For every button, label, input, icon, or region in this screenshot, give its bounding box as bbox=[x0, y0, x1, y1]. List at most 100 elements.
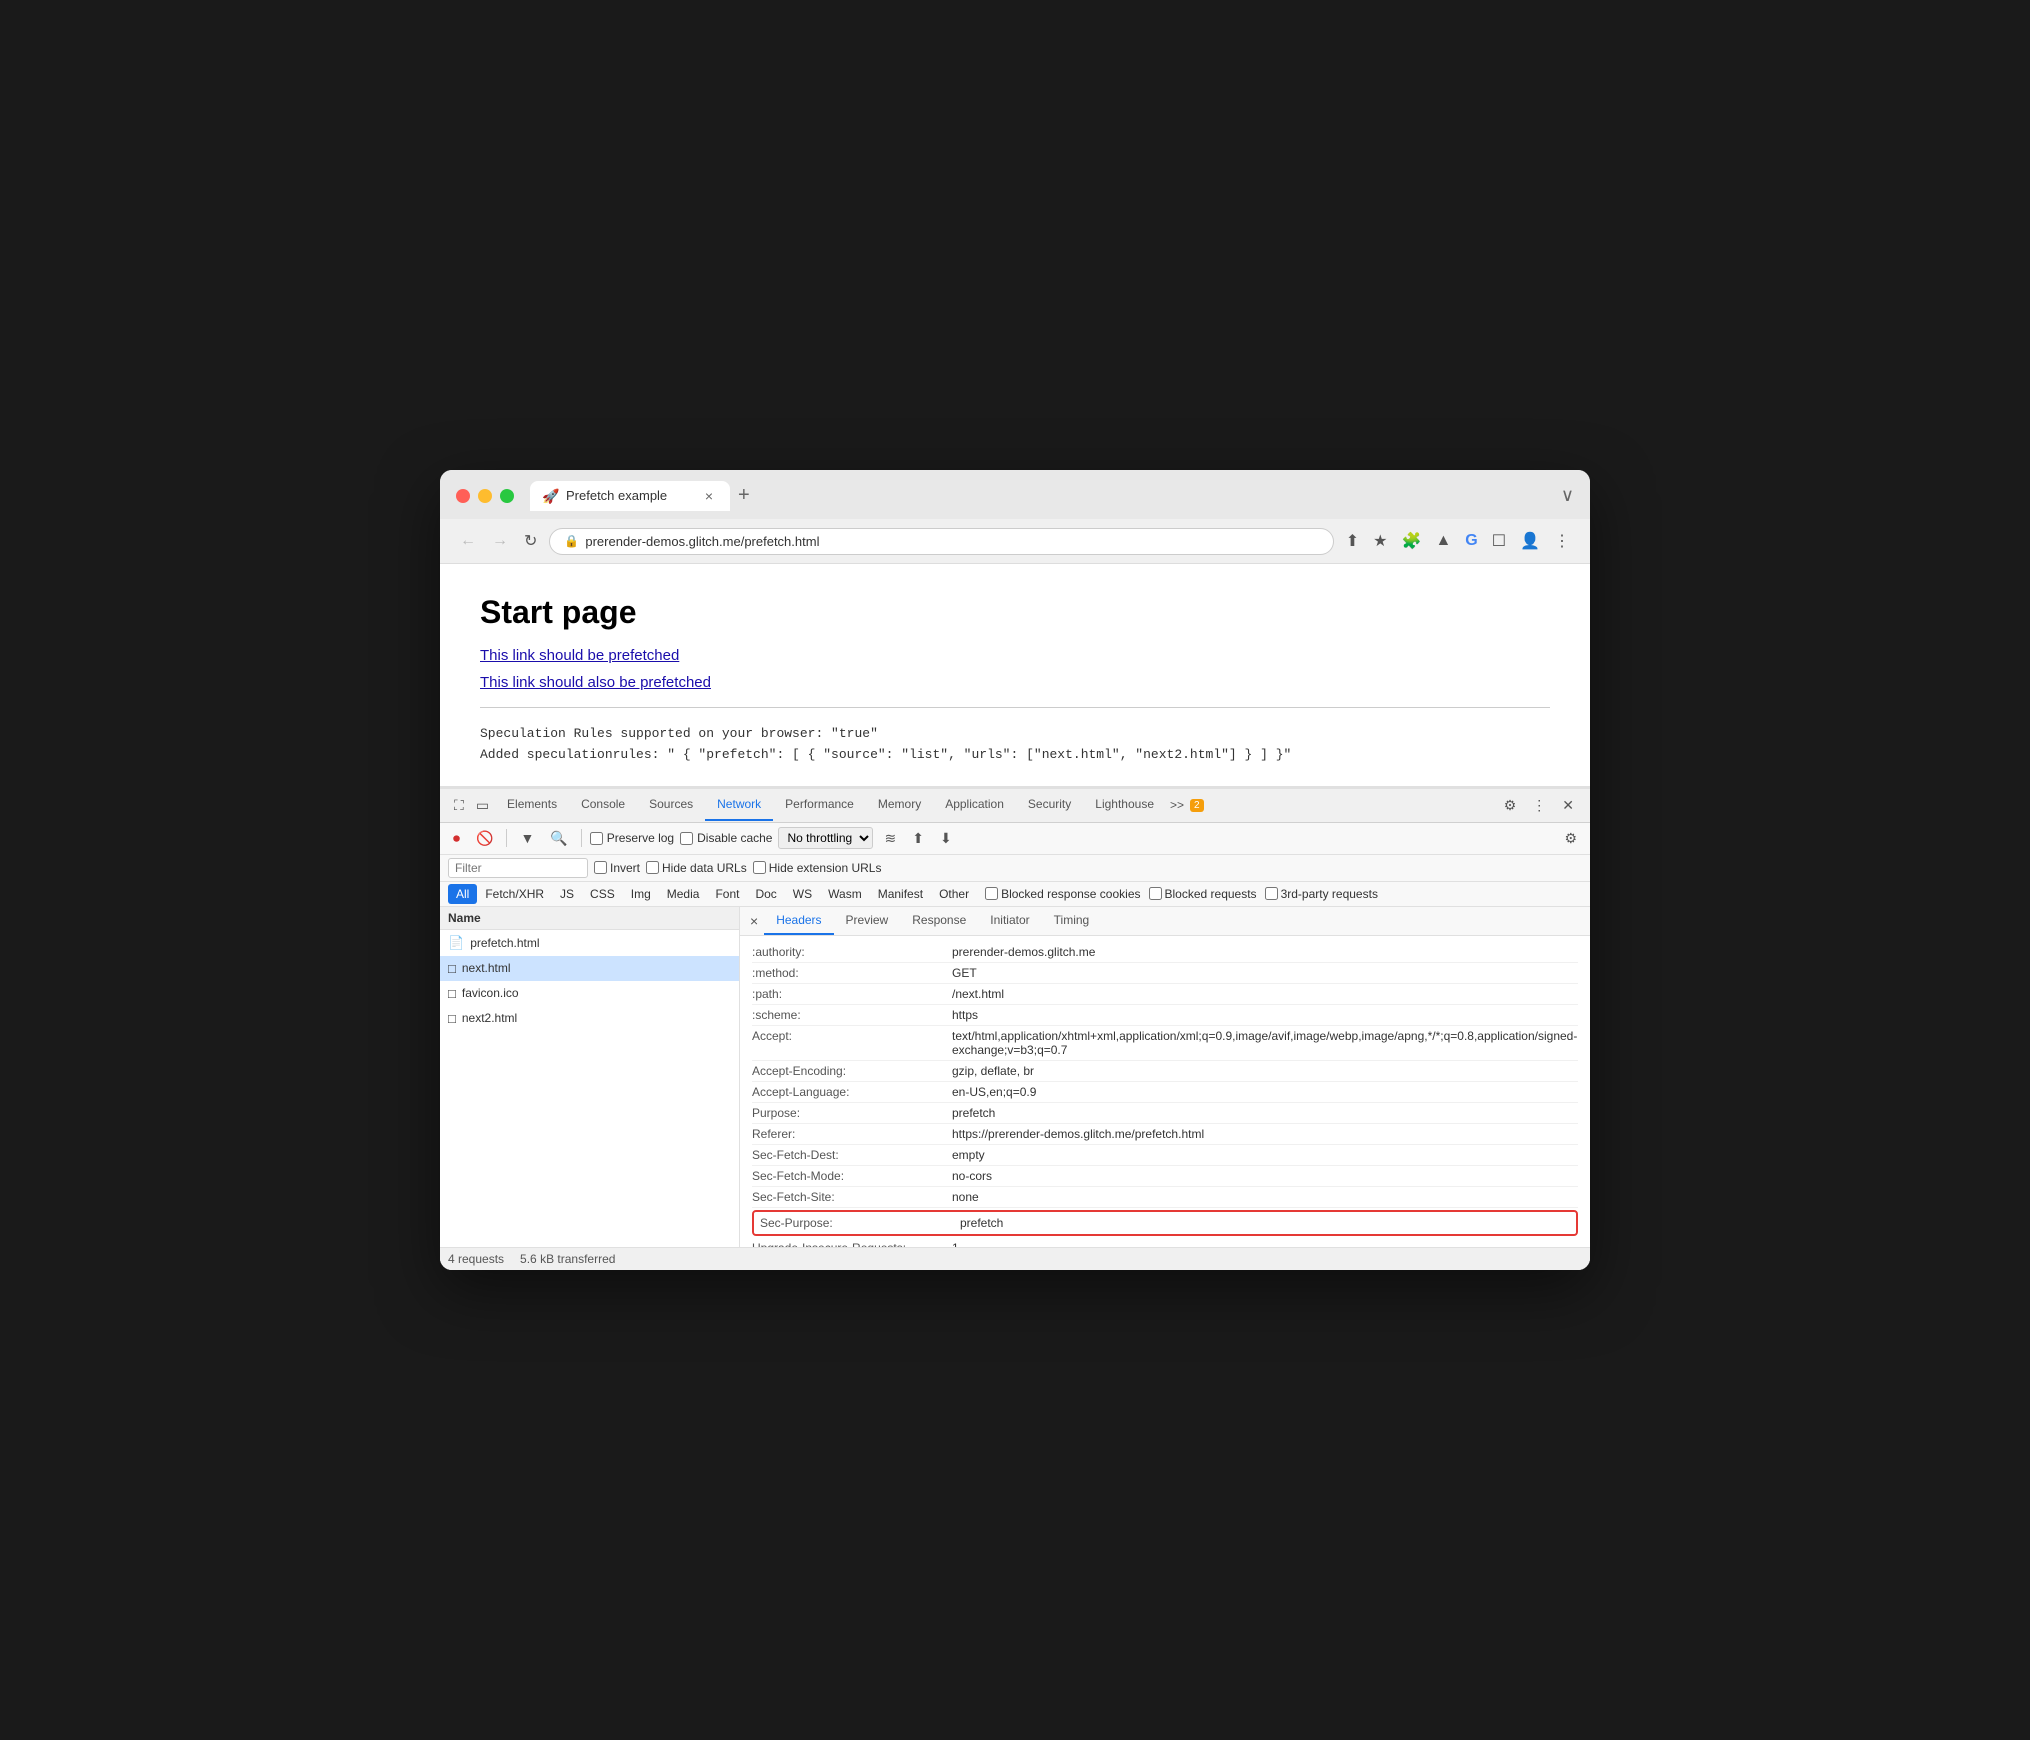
headers-close-button[interactable]: × bbox=[744, 909, 764, 933]
search-button[interactable]: 🔍 bbox=[545, 827, 572, 850]
tab-sources[interactable]: Sources bbox=[637, 789, 705, 821]
type-filter-other[interactable]: Other bbox=[931, 884, 977, 904]
back-button[interactable]: ← bbox=[456, 528, 480, 554]
blocked-requests-checkbox[interactable] bbox=[1149, 887, 1162, 900]
filter-button[interactable]: ▼ bbox=[515, 827, 539, 849]
url-bar[interactable]: 🔒 prerender-demos.glitch.me/prefetch.htm… bbox=[549, 528, 1333, 555]
blocked-requests-label[interactable]: Blocked requests bbox=[1149, 887, 1257, 901]
header-name: :authority: bbox=[752, 945, 952, 959]
header-value: gzip, deflate, br bbox=[952, 1064, 1034, 1078]
tab-console[interactable]: Console bbox=[569, 789, 637, 821]
header-name: Accept: bbox=[752, 1029, 952, 1057]
menu-icon[interactable]: ⋮ bbox=[1550, 527, 1574, 555]
tab-timing[interactable]: Timing bbox=[1042, 907, 1102, 935]
clear-button[interactable]: 🚫 bbox=[471, 827, 498, 850]
title-bar: 🚀 Prefetch example × + ∨ bbox=[440, 470, 1590, 519]
invert-label[interactable]: Invert bbox=[594, 861, 640, 875]
address-bar: ← → ↻ 🔒 prerender-demos.glitch.me/prefet… bbox=[440, 519, 1590, 564]
tab-performance[interactable]: Performance bbox=[773, 789, 866, 821]
devtools-device-toolbar[interactable]: ▭ bbox=[470, 789, 495, 822]
refresh-button[interactable]: ↻ bbox=[520, 527, 541, 555]
type-filter-media[interactable]: Media bbox=[659, 884, 708, 904]
prefetch-link-2[interactable]: This link should also be prefetched bbox=[480, 674, 1550, 691]
file-list-header: Name bbox=[440, 907, 739, 930]
share-icon[interactable]: ⬆ bbox=[1342, 527, 1363, 555]
profile-icon[interactable]: ▲ bbox=[1431, 528, 1455, 554]
collapse-button[interactable]: ∨ bbox=[1561, 485, 1574, 506]
cast-icon[interactable]: ☐ bbox=[1488, 527, 1510, 555]
type-filter-manifest[interactable]: Manifest bbox=[870, 884, 931, 904]
user-icon[interactable]: 👤 bbox=[1516, 527, 1544, 555]
header-row: Sec-Fetch-Mode: no-cors bbox=[752, 1166, 1578, 1187]
record-button[interactable]: ⏺ bbox=[448, 827, 465, 850]
tab-initiator[interactable]: Initiator bbox=[978, 907, 1041, 935]
sec-purpose-header-row: Sec-Purpose: prefetch bbox=[752, 1210, 1578, 1236]
disable-cache-label[interactable]: Disable cache bbox=[680, 831, 772, 845]
devtools-element-selector[interactable]: ⛶ bbox=[448, 789, 470, 822]
extensions-icon[interactable]: 🧩 bbox=[1398, 527, 1426, 555]
list-item[interactable]: 📄 prefetch.html bbox=[440, 930, 739, 956]
type-filter-fetch[interactable]: Fetch/XHR bbox=[477, 884, 552, 904]
devtools-more-icon[interactable]: ⋮ bbox=[1524, 791, 1554, 820]
blocked-response-checkbox[interactable] bbox=[985, 887, 998, 900]
prefetch-link-1[interactable]: This link should be prefetched bbox=[480, 647, 1550, 664]
close-traffic-light[interactable] bbox=[456, 489, 470, 503]
tab-close-button[interactable]: × bbox=[700, 487, 718, 505]
blocked-response-label[interactable]: Blocked response cookies bbox=[985, 887, 1140, 901]
hide-ext-urls-checkbox[interactable] bbox=[753, 861, 766, 874]
hide-data-urls-checkbox[interactable] bbox=[646, 861, 659, 874]
type-filter-font[interactable]: Font bbox=[707, 884, 747, 904]
third-party-checkbox[interactable] bbox=[1265, 887, 1278, 900]
bookmark-icon[interactable]: ★ bbox=[1369, 527, 1391, 555]
throttling-select[interactable]: No throttling bbox=[778, 827, 873, 849]
disable-cache-checkbox[interactable] bbox=[680, 832, 693, 845]
file-name: prefetch.html bbox=[470, 936, 539, 950]
hide-data-urls-label[interactable]: Hide data URLs bbox=[646, 861, 747, 875]
hide-ext-urls-label[interactable]: Hide extension URLs bbox=[753, 861, 882, 875]
network-settings-icon[interactable]: ⚙ bbox=[1559, 827, 1582, 850]
list-item[interactable]: □ favicon.ico bbox=[440, 981, 739, 1006]
tab-lighthouse[interactable]: Lighthouse bbox=[1083, 789, 1166, 821]
devtools-settings-icon[interactable]: ⚙ bbox=[1496, 791, 1525, 820]
devtools-panel: ⛶ ▭ Elements Console Sources Network Per… bbox=[440, 787, 1590, 1270]
invert-checkbox[interactable] bbox=[594, 861, 607, 874]
tab-security[interactable]: Security bbox=[1016, 789, 1083, 821]
header-row: Referer: https://prerender-demos.glitch.… bbox=[752, 1124, 1578, 1145]
header-name: Sec-Fetch-Site: bbox=[752, 1190, 952, 1204]
tab-application[interactable]: Application bbox=[933, 789, 1016, 821]
google-icon[interactable]: G bbox=[1461, 528, 1481, 554]
tab-memory[interactable]: Memory bbox=[866, 789, 933, 821]
tab-headers[interactable]: Headers bbox=[764, 907, 833, 935]
preserve-log-label[interactable]: Preserve log bbox=[590, 831, 674, 845]
header-value: text/html,application/xhtml+xml,applicat… bbox=[952, 1029, 1578, 1057]
type-filter-img[interactable]: Img bbox=[623, 884, 659, 904]
type-filter-css[interactable]: CSS bbox=[582, 884, 623, 904]
type-filter-js[interactable]: JS bbox=[552, 884, 582, 904]
third-party-label[interactable]: 3rd-party requests bbox=[1265, 887, 1378, 901]
list-item[interactable]: □ next2.html bbox=[440, 1006, 739, 1031]
minimize-traffic-light[interactable] bbox=[478, 489, 492, 503]
wifi-icon[interactable]: ≋ bbox=[879, 827, 901, 850]
forward-button[interactable]: → bbox=[488, 528, 512, 554]
type-filter-wasm[interactable]: Wasm bbox=[820, 884, 870, 904]
type-filter-doc[interactable]: Doc bbox=[747, 884, 784, 904]
new-tab-button[interactable]: + bbox=[730, 480, 758, 511]
browser-tab[interactable]: 🚀 Prefetch example × bbox=[530, 481, 730, 511]
tab-preview[interactable]: Preview bbox=[834, 907, 901, 935]
list-item[interactable]: □ next.html bbox=[440, 956, 739, 981]
devtools-close-button[interactable]: ✕ bbox=[1554, 791, 1582, 820]
type-filter-ws[interactable]: WS bbox=[785, 884, 820, 904]
maximize-traffic-light[interactable] bbox=[500, 489, 514, 503]
tab-network[interactable]: Network bbox=[705, 789, 773, 821]
page-content: Start page This link should be prefetche… bbox=[440, 564, 1590, 787]
upload-icon[interactable]: ⬆ bbox=[907, 827, 929, 850]
more-tabs-button[interactable]: >> bbox=[1166, 790, 1188, 820]
download-icon[interactable]: ⬇ bbox=[935, 827, 957, 850]
type-filter-all[interactable]: All bbox=[448, 884, 477, 904]
header-row: Accept: text/html,application/xhtml+xml,… bbox=[752, 1026, 1578, 1061]
preserve-log-checkbox[interactable] bbox=[590, 832, 603, 845]
filter-input[interactable] bbox=[448, 858, 588, 878]
tab-response[interactable]: Response bbox=[900, 907, 978, 935]
tab-elements[interactable]: Elements bbox=[495, 789, 569, 821]
header-row: :scheme: https bbox=[752, 1005, 1578, 1026]
